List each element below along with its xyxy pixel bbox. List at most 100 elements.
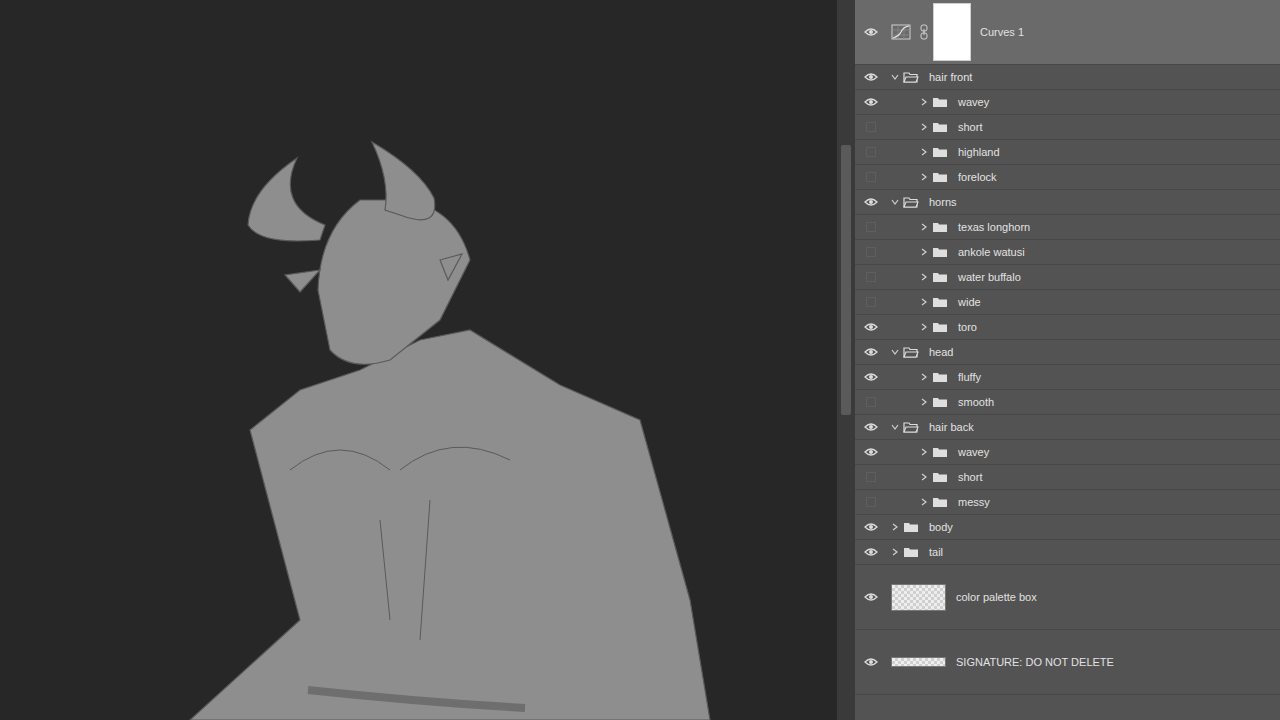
scrollbar[interactable] [837, 0, 855, 720]
layer-row[interactable]: wavey [855, 90, 1280, 115]
visibility-toggle[interactable] [855, 27, 887, 37]
visibility-toggle[interactable] [855, 397, 887, 407]
expand-toggle[interactable] [891, 548, 901, 556]
expand-toggle[interactable] [920, 273, 930, 281]
visibility-toggle[interactable] [855, 497, 887, 507]
layer-thumbnail[interactable] [891, 584, 946, 611]
layer-row[interactable]: wavey [855, 440, 1280, 465]
folder-icon [932, 96, 948, 108]
layer-row[interactable]: wide [855, 290, 1280, 315]
visibility-toggle[interactable] [855, 447, 887, 457]
expand-toggle[interactable] [920, 123, 930, 131]
layer-name[interactable]: water buffalo [958, 269, 1021, 286]
layer-name[interactable]: SIGNATURE: DO NOT DELETE [956, 654, 1114, 671]
layer-row[interactable]: head [855, 340, 1280, 365]
layer-name[interactable]: color palette box [956, 589, 1037, 606]
layer-row[interactable]: color palette box [855, 565, 1280, 630]
layer-mask-thumbnail[interactable] [933, 3, 971, 61]
expand-toggle[interactable] [891, 348, 901, 356]
layer-row[interactable]: forelock [855, 165, 1280, 190]
layer-name[interactable]: hair front [929, 69, 972, 86]
visibility-toggle[interactable] [855, 197, 887, 207]
visibility-toggle[interactable] [855, 547, 887, 557]
expand-toggle[interactable] [891, 73, 901, 81]
layer-row[interactable]: short [855, 465, 1280, 490]
expand-toggle[interactable] [920, 473, 930, 481]
layer-row[interactable]: body [855, 515, 1280, 540]
visibility-toggle[interactable] [855, 247, 887, 257]
layer-name[interactable]: tail [929, 544, 943, 561]
layer-name[interactable]: Curves 1 [980, 24, 1024, 41]
layer-name[interactable]: smooth [958, 394, 994, 411]
visibility-toggle[interactable] [855, 372, 887, 382]
layer-name[interactable]: short [958, 469, 982, 486]
scroll-thumb[interactable] [841, 145, 851, 415]
visibility-toggle[interactable] [855, 322, 887, 332]
layer-thumbnail[interactable] [891, 657, 946, 667]
expand-toggle[interactable] [891, 523, 901, 531]
expand-toggle[interactable] [920, 298, 930, 306]
layer-name[interactable]: wavey [958, 94, 989, 111]
layer-name[interactable]: horns [929, 194, 957, 211]
layer-name[interactable]: highland [958, 144, 1000, 161]
expand-toggle[interactable] [891, 198, 901, 206]
layer-row[interactable]: messy [855, 490, 1280, 515]
layer-row[interactable]: SIGNATURE: DO NOT DELETE [855, 630, 1280, 695]
layer-row[interactable]: hair front [855, 65, 1280, 90]
layer-name[interactable]: wavey [958, 444, 989, 461]
visibility-toggle[interactable] [855, 297, 887, 307]
visibility-toggle[interactable] [855, 522, 887, 532]
layer-name[interactable]: ankole watusi [958, 244, 1025, 261]
expand-toggle[interactable] [920, 448, 930, 456]
expand-toggle[interactable] [920, 173, 930, 181]
expand-toggle[interactable] [920, 148, 930, 156]
visibility-toggle[interactable] [855, 97, 887, 107]
layer-name[interactable]: toro [958, 319, 977, 336]
expand-toggle[interactable] [920, 98, 930, 106]
visibility-toggle[interactable] [855, 122, 887, 132]
layer-row[interactable]: ankole watusi [855, 240, 1280, 265]
layer-row[interactable]: short [855, 115, 1280, 140]
layer-row[interactable]: tail [855, 540, 1280, 565]
folder [903, 196, 919, 208]
visibility-toggle[interactable] [855, 72, 887, 82]
expand-toggle[interactable] [920, 398, 930, 406]
layer-name[interactable]: head [929, 344, 953, 361]
layer-row[interactable]: Curves 1 [855, 0, 1280, 65]
layer-name[interactable]: forelock [958, 169, 997, 186]
visibility-toggle[interactable] [855, 222, 887, 232]
visibility-toggle[interactable] [855, 592, 887, 602]
visibility-toggle[interactable] [855, 422, 887, 432]
expand-toggle[interactable] [891, 423, 901, 431]
visibility-toggle[interactable] [855, 272, 887, 282]
visibility-toggle[interactable] [855, 172, 887, 182]
expand-toggle[interactable] [920, 498, 930, 506]
visibility-toggle[interactable] [855, 147, 887, 157]
folder [932, 471, 948, 483]
layer-name[interactable]: short [958, 119, 982, 136]
layer-name[interactable]: fluffy [958, 369, 981, 386]
chevron-right-icon [920, 373, 928, 381]
layer-row[interactable]: horns [855, 190, 1280, 215]
layer-name[interactable]: wide [958, 294, 981, 311]
chevron-right-icon [920, 173, 928, 181]
expand-toggle[interactable] [920, 223, 930, 231]
expand-toggle[interactable] [920, 373, 930, 381]
visibility-toggle[interactable] [855, 472, 887, 482]
layer-name[interactable]: hair back [929, 419, 974, 436]
layer-row[interactable]: texas longhorn [855, 215, 1280, 240]
layer-row[interactable]: hair back [855, 415, 1280, 440]
layer-row[interactable]: fluffy [855, 365, 1280, 390]
expand-toggle[interactable] [920, 323, 930, 331]
expand-toggle[interactable] [920, 248, 930, 256]
canvas[interactable] [0, 0, 837, 720]
layer-name[interactable]: body [929, 519, 953, 536]
layer-name[interactable]: messy [958, 494, 990, 511]
layer-row[interactable]: water buffalo [855, 265, 1280, 290]
visibility-toggle[interactable] [855, 347, 887, 357]
layer-name[interactable]: texas longhorn [958, 219, 1030, 236]
layer-row[interactable]: toro [855, 315, 1280, 340]
visibility-toggle[interactable] [855, 657, 887, 667]
layer-row[interactable]: highland [855, 140, 1280, 165]
layer-row[interactable]: smooth [855, 390, 1280, 415]
